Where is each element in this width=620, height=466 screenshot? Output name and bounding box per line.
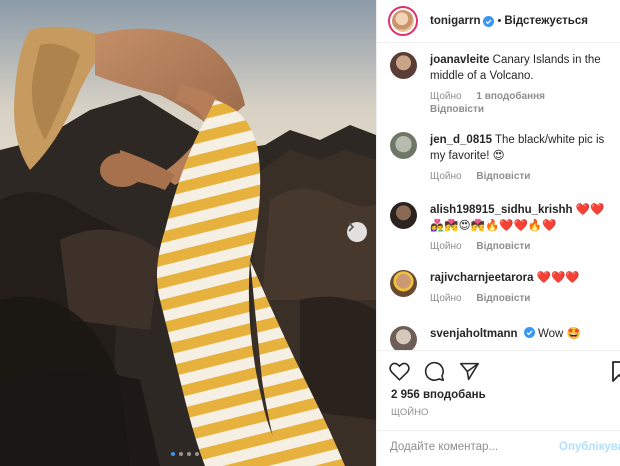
- comment-time[interactable]: Щойно: [430, 171, 462, 182]
- comment-text: Wow 🤩: [537, 328, 581, 340]
- comment-meta: Щойно 1 вподобання Відповісти: [430, 90, 605, 116]
- post-photo[interactable]: [0, 0, 376, 466]
- reply-button[interactable]: Відповісти: [430, 104, 484, 115]
- comment-username[interactable]: jen_d_0815: [430, 134, 492, 146]
- reply-button[interactable]: Відповісти: [476, 241, 530, 252]
- save-bookmark-icon[interactable]: [612, 361, 620, 382]
- comment-avatar[interactable]: [390, 326, 417, 350]
- chevron-right-icon: [348, 222, 355, 232]
- add-comment-bar: Опублікувати: [377, 430, 620, 466]
- comment-bubble-icon[interactable]: [424, 361, 445, 382]
- header-separator: •: [497, 15, 502, 27]
- comment-text: ❤️❤️❤️: [536, 272, 580, 284]
- comment-input[interactable]: [390, 441, 550, 453]
- post-actions: 2 956 вподобань ЩОЙНО: [377, 350, 620, 430]
- comment-meta: Щойно Відповісти: [430, 240, 605, 253]
- comment-meta: Щойно Відповісти: [430, 170, 605, 183]
- comment-avatar[interactable]: [390, 202, 417, 229]
- post-header: tonigarrn • Відстежується: [377, 0, 620, 43]
- comment-time[interactable]: Щойно: [430, 241, 462, 252]
- post-time[interactable]: ЩОЙНО: [391, 407, 428, 418]
- carousel-dot: [171, 452, 175, 456]
- reply-button[interactable]: Відповісти: [476, 171, 530, 182]
- verified-badge-icon: [523, 327, 535, 338]
- carousel-indicator: [171, 452, 199, 456]
- reply-button[interactable]: Відповісти: [476, 293, 530, 304]
- publish-button[interactable]: Опублікувати: [559, 441, 620, 453]
- comment-avatar[interactable]: [390, 52, 417, 79]
- carousel-dot: [179, 452, 183, 456]
- verified-badge-icon: [483, 15, 495, 27]
- carousel-dot: [195, 452, 199, 456]
- likes-count[interactable]: 2 956 вподобань: [391, 389, 486, 401]
- comment-time[interactable]: Щойно: [430, 91, 462, 102]
- header-username[interactable]: tonigarrn: [430, 15, 480, 27]
- share-paper-plane-icon[interactable]: [459, 361, 480, 382]
- comment-likes[interactable]: 1 вподобання: [476, 91, 545, 102]
- comment-meta: Щойно Відповісти: [430, 292, 605, 305]
- comment-time[interactable]: Щойно: [430, 293, 462, 304]
- comment-avatar[interactable]: [390, 132, 417, 159]
- next-photo-button[interactable]: [347, 222, 367, 242]
- comments-list[interactable]: joanavleite Canary Islands in the middle…: [377, 44, 620, 350]
- post-sidebar: tonigarrn • Відстежується joanavleite Ca…: [376, 0, 620, 466]
- comment-username[interactable]: rajivcharnjeetarora: [430, 272, 534, 284]
- following-button[interactable]: Відстежується: [504, 15, 588, 27]
- photo-illustration: [0, 0, 376, 466]
- comment-username[interactable]: joanavleite: [430, 54, 489, 66]
- comment-username[interactable]: alish198915_sidhu_krishh: [430, 204, 573, 216]
- comment-avatar[interactable]: [390, 270, 417, 297]
- avatar[interactable]: [388, 6, 418, 36]
- carousel-dot: [187, 452, 191, 456]
- like-heart-icon[interactable]: [389, 361, 410, 382]
- comment-username[interactable]: svenjaholtmann: [430, 328, 518, 340]
